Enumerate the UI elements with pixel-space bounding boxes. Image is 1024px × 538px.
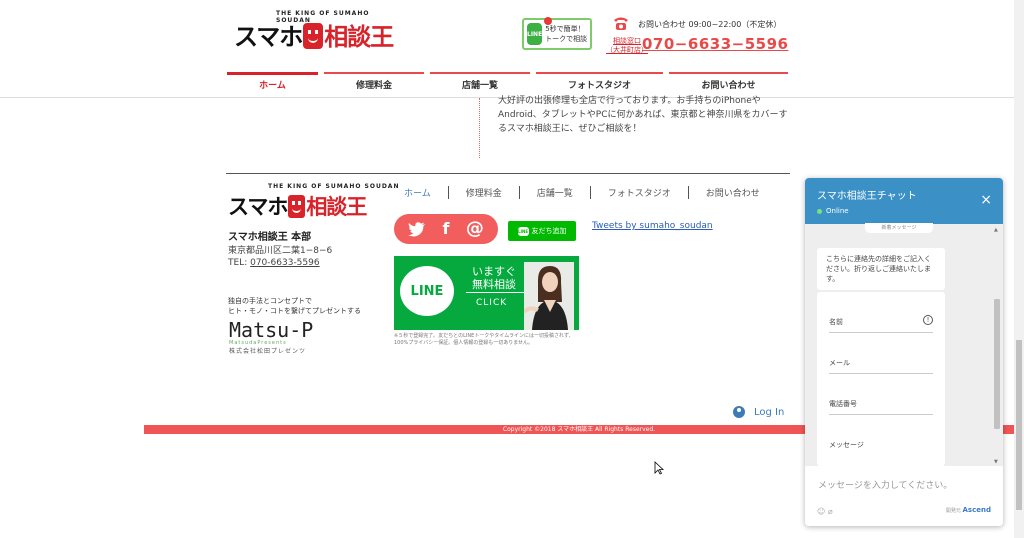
hq-tel: TEL: 070-6633-5596 bbox=[228, 258, 320, 268]
mouse-cursor-icon bbox=[654, 461, 664, 475]
chat-bubble: こちらに連絡先の詳細をご記入ください。折り返しご連絡いたします。 bbox=[817, 248, 945, 290]
phone-field-label: 電話番号 bbox=[829, 400, 857, 408]
new-message-tab[interactable]: 新着メッセージ bbox=[865, 223, 933, 233]
close-icon[interactable]: × bbox=[980, 193, 992, 207]
footer-nav: ホーム 修理料金 店舗一覧 フォトスタジオ お問い合わせ bbox=[394, 184, 777, 200]
chat-status: Online bbox=[817, 207, 991, 215]
banner-headline: いますぐ 無料相談 bbox=[464, 265, 524, 291]
name-field-label: 名前 bbox=[829, 318, 843, 326]
phone-number-link[interactable]: 070−6633−5596 bbox=[642, 35, 788, 53]
footer-nav-repair-fees[interactable]: 修理料金 bbox=[449, 186, 519, 199]
footer-logo-text-sumaho: スマホ bbox=[228, 195, 288, 219]
banner-line1: いますぐ bbox=[472, 265, 516, 278]
logo-wordmark: スマホ 相談王 bbox=[234, 17, 394, 52]
chat-widget: スマホ相談王チャット Online × 新着メッセージ こちらに連絡先の詳細をご… bbox=[805, 178, 1003, 526]
footer-divider bbox=[226, 173, 790, 174]
page: THE KING OF SUMAHO SOUDAN スマホ 相談王 LINE 5秒… bbox=[0, 0, 1024, 538]
main-nav: ホーム 修理料金 店舗一覧 フォトスタジオ お問い合わせ bbox=[227, 72, 788, 94]
footer-logo-wordmark: スマホ 相談王 bbox=[228, 191, 367, 221]
line-consult-banner[interactable]: LINE いますぐ 無料相談 CLICK bbox=[394, 256, 579, 330]
scroll-up-icon[interactable]: ▲ bbox=[994, 227, 998, 233]
footer-nav-store-list[interactable]: 店舗一覧 bbox=[520, 186, 590, 199]
intro-text: 大好評の出張修理も全店で行っております。お手持ちのiPhoneやAndroid、… bbox=[498, 96, 788, 134]
powered-by[interactable]: 開発元 Ascend bbox=[946, 506, 991, 514]
dotted-divider bbox=[479, 98, 480, 158]
tel-link[interactable]: 070-6633-5596 bbox=[250, 258, 319, 268]
tweets-link[interactable]: Tweets by sumaho_soudan bbox=[592, 221, 713, 231]
online-dot-icon bbox=[817, 208, 822, 214]
matsu-p-corp: 株式会社松田プレゼンツ bbox=[229, 348, 307, 355]
email-field-label: メール bbox=[829, 359, 850, 367]
banner-click: CLICK bbox=[476, 298, 508, 308]
line-mini-icon: LINE bbox=[517, 226, 529, 236]
footer-nav-contact[interactable]: お問い合わせ bbox=[689, 186, 777, 199]
notification-dot-icon bbox=[544, 17, 552, 25]
nav-item-contact[interactable]: お問い合わせ bbox=[669, 72, 788, 94]
line-app-icon: LINE bbox=[527, 23, 543, 45]
hq-address: 東京都品川区二葉1−8−6 bbox=[228, 246, 333, 256]
line-badge-text: 5秒で簡単！トークで相談 bbox=[545, 25, 588, 43]
social-links: f @ bbox=[394, 214, 498, 244]
line-consult-badge[interactable]: LINE 5秒で簡単！トークで相談 bbox=[522, 17, 592, 50]
powered-by-label: 開発元 bbox=[945, 508, 961, 514]
login-button[interactable]: Log In bbox=[733, 406, 784, 418]
powered-by-brand: Ascend bbox=[962, 506, 991, 514]
business-hours: お問い合わせ 09:00~22:00（不定休） bbox=[638, 20, 782, 29]
chat-scrollbar[interactable]: ▲ ▼ bbox=[994, 227, 1000, 465]
hq-name: スマホ相談王 本部 bbox=[228, 232, 312, 243]
email-field[interactable]: メール bbox=[829, 333, 933, 374]
phone-field[interactable]: 電話番号 bbox=[829, 374, 933, 415]
chat-header: スマホ相談王チャット Online × bbox=[805, 178, 1003, 224]
banner-line2: 無料相談 bbox=[472, 278, 516, 291]
footer-nav-photo-studio[interactable]: フォトスタジオ bbox=[591, 186, 688, 199]
logo-text-soudanou: 相談王 bbox=[324, 23, 394, 51]
chat-messages[interactable]: 新着メッセージ こちらに連絡先の詳細をご記入ください。折り返しご連絡いたします。… bbox=[805, 223, 1003, 466]
friend-button-label: 友だち追加 bbox=[531, 227, 567, 235]
nav-item-photo-studio[interactable]: フォトスタジオ bbox=[536, 72, 663, 94]
footer-logo-text-soudanou: 相談王 bbox=[306, 195, 367, 219]
nav-item-repair-fees[interactable]: 修理料金 bbox=[324, 72, 424, 94]
matsu-tagline: 独自の手法とコンセプトで ヒト・モノ・コトを繋げてプレゼントする bbox=[228, 296, 361, 316]
line-add-friend-button[interactable]: LINE 友だち追加 bbox=[508, 221, 576, 241]
chat-input-placeholder: メッセージを入力してください。 bbox=[818, 481, 953, 491]
site-logo[interactable]: THE KING OF SUMAHO SOUDAN スマホ 相談王 bbox=[234, 10, 394, 51]
name-field[interactable]: 名前 ! bbox=[829, 292, 933, 333]
matsu-p-logo[interactable]: Matsu-P MatsudaPresents 株式会社松田プレゼンツ bbox=[229, 318, 313, 355]
user-avatar-icon bbox=[733, 406, 745, 418]
message-field-label: メッセージ bbox=[829, 441, 864, 449]
message-field[interactable]: メッセージ bbox=[829, 415, 933, 456]
twitter-icon[interactable] bbox=[408, 221, 426, 237]
matsu-tagline-line1: 独自の手法とコンセプトで bbox=[228, 297, 312, 305]
banner-underline bbox=[466, 292, 530, 293]
email-icon[interactable]: @ bbox=[466, 220, 484, 238]
woman-photo bbox=[524, 262, 574, 330]
phone-mascot-icon bbox=[303, 23, 324, 49]
scroll-down-icon[interactable]: ▼ bbox=[994, 459, 998, 465]
chat-status-label: Online bbox=[826, 207, 849, 215]
login-label: Log In bbox=[754, 406, 785, 418]
logo-text-sumaho: スマホ bbox=[234, 23, 303, 51]
page-scrollbar[interactable] bbox=[1014, 0, 1024, 538]
tel-label: TEL: bbox=[228, 258, 248, 268]
footer-phone-mascot-icon bbox=[288, 195, 306, 218]
line-logo-icon: LINE bbox=[400, 266, 454, 316]
alert-icon: ! bbox=[923, 315, 933, 325]
facebook-icon[interactable]: f bbox=[443, 221, 450, 237]
footer-logo-tagline: THE KING OF SUMAHO SOUDAN bbox=[268, 183, 400, 190]
contact-form: 名前 ! メール 電話番号 メッセージ bbox=[817, 292, 945, 466]
nav-item-home[interactable]: ホーム bbox=[227, 72, 318, 94]
line-note: ※５秒で登録完了。友だちとのLINEトークやタイムラインには一切投稿されず、10… bbox=[394, 333, 574, 346]
page-scrollbar-thumb[interactable] bbox=[1016, 340, 1022, 510]
chat-title: スマホ相談王チャット bbox=[817, 191, 917, 202]
footer-nav-home[interactable]: ホーム bbox=[394, 186, 448, 199]
chat-scrollbar-thumb[interactable] bbox=[994, 299, 1000, 429]
emoji-attach-icons[interactable]: ☺ ⌀ bbox=[817, 507, 833, 516]
matsu-tagline-line2: ヒト・モノ・コトを繋げてプレゼントする bbox=[228, 307, 361, 315]
nav-item-store-list[interactable]: 店舗一覧 bbox=[430, 72, 530, 94]
matsu-p-wordmark: Matsu-P bbox=[229, 318, 314, 342]
chat-input[interactable]: メッセージを入力してください。 ☺ ⌀ 開発元 Ascend bbox=[805, 466, 1003, 526]
telephone-icon bbox=[614, 17, 628, 30]
